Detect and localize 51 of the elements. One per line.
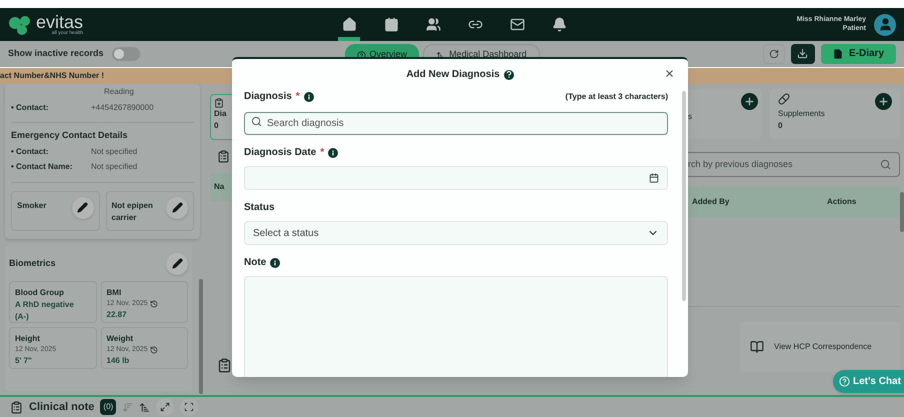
section-title: Biometrics — [9, 256, 56, 270]
biometric-label: Blood Group — [15, 286, 65, 298]
tile-label: Supplements — [778, 108, 825, 120]
search-field[interactable]: Search diagnosis — [244, 112, 668, 135]
status-select[interactable]: Select a status — [244, 221, 668, 245]
tile-label: s — [688, 111, 692, 123]
biometric-value: A RhD negative (A-) — [15, 298, 75, 322]
required-mark: * — [296, 90, 300, 104]
e-diary-button[interactable]: E-Diary — [820, 44, 896, 64]
section-title: Emergency Contact Details — [11, 129, 129, 142]
contact-label: • Contact Name: — [11, 160, 74, 172]
biometric-value: 5' 7" — [15, 355, 33, 367]
logo-text: evitas — [36, 13, 84, 31]
dialog-title: Add New Diagnosis — [406, 68, 500, 82]
summary-tile[interactable]: s — [688, 89, 762, 139]
flag-text: Not epipen carrier — [112, 200, 154, 224]
biometric-label: Weight — [106, 332, 134, 344]
contact-value: Not specified — [91, 160, 138, 172]
toggle-label: Show inactive records — [8, 46, 104, 60]
field-hint: (Type at least 3 characters) — [565, 90, 668, 102]
field-label: Diagnosis — [244, 90, 292, 104]
banner-text: act Number&NHS Number ! — [0, 70, 104, 82]
tile-count: 0 — [778, 120, 784, 132]
contact-value: +4454267890000 — [91, 102, 154, 114]
correspondence-card[interactable]: View HCP Correspondence — [740, 322, 900, 372]
biometric-value: 146 lb — [106, 355, 130, 367]
flag-text: Smoker — [17, 200, 48, 212]
biometric-label: Height — [15, 332, 41, 344]
chat-button[interactable]: Let's Chat — [833, 370, 904, 393]
contact-label: • Contact: — [11, 102, 50, 114]
card-label: View HCP Correspondence — [774, 341, 872, 353]
tile-count: 0 — [214, 120, 220, 132]
tile-label: Dia — [214, 108, 228, 120]
diagnoses-tile[interactable]: Dia 0 — [210, 94, 232, 140]
clinical-note-title: Clinical note — [29, 400, 94, 415]
column-header: Actions — [827, 196, 856, 208]
reading-text: Reading — [104, 86, 135, 98]
contact-value: Not specified — [91, 146, 138, 158]
field-label: Note — [244, 256, 266, 270]
biometric-label: BMI — [106, 286, 122, 298]
field-label: Status — [244, 201, 275, 215]
field-label: Diagnosis Date — [244, 146, 316, 160]
column-header: Added By — [692, 196, 730, 208]
contact-label: • Contact: — [11, 146, 50, 158]
note-count: (0) — [100, 399, 116, 415]
column-header: Na — [214, 181, 224, 193]
biometric-value: 22.87 — [106, 309, 128, 321]
previous-diagnoses-search[interactable]: rch by previous diagnoses — [688, 152, 900, 177]
supplements-tile[interactable]: Supplements 0 — [770, 89, 900, 139]
required-mark: * — [320, 146, 324, 160]
search-placeholder: rch by previous diagnoses — [688, 158, 793, 171]
